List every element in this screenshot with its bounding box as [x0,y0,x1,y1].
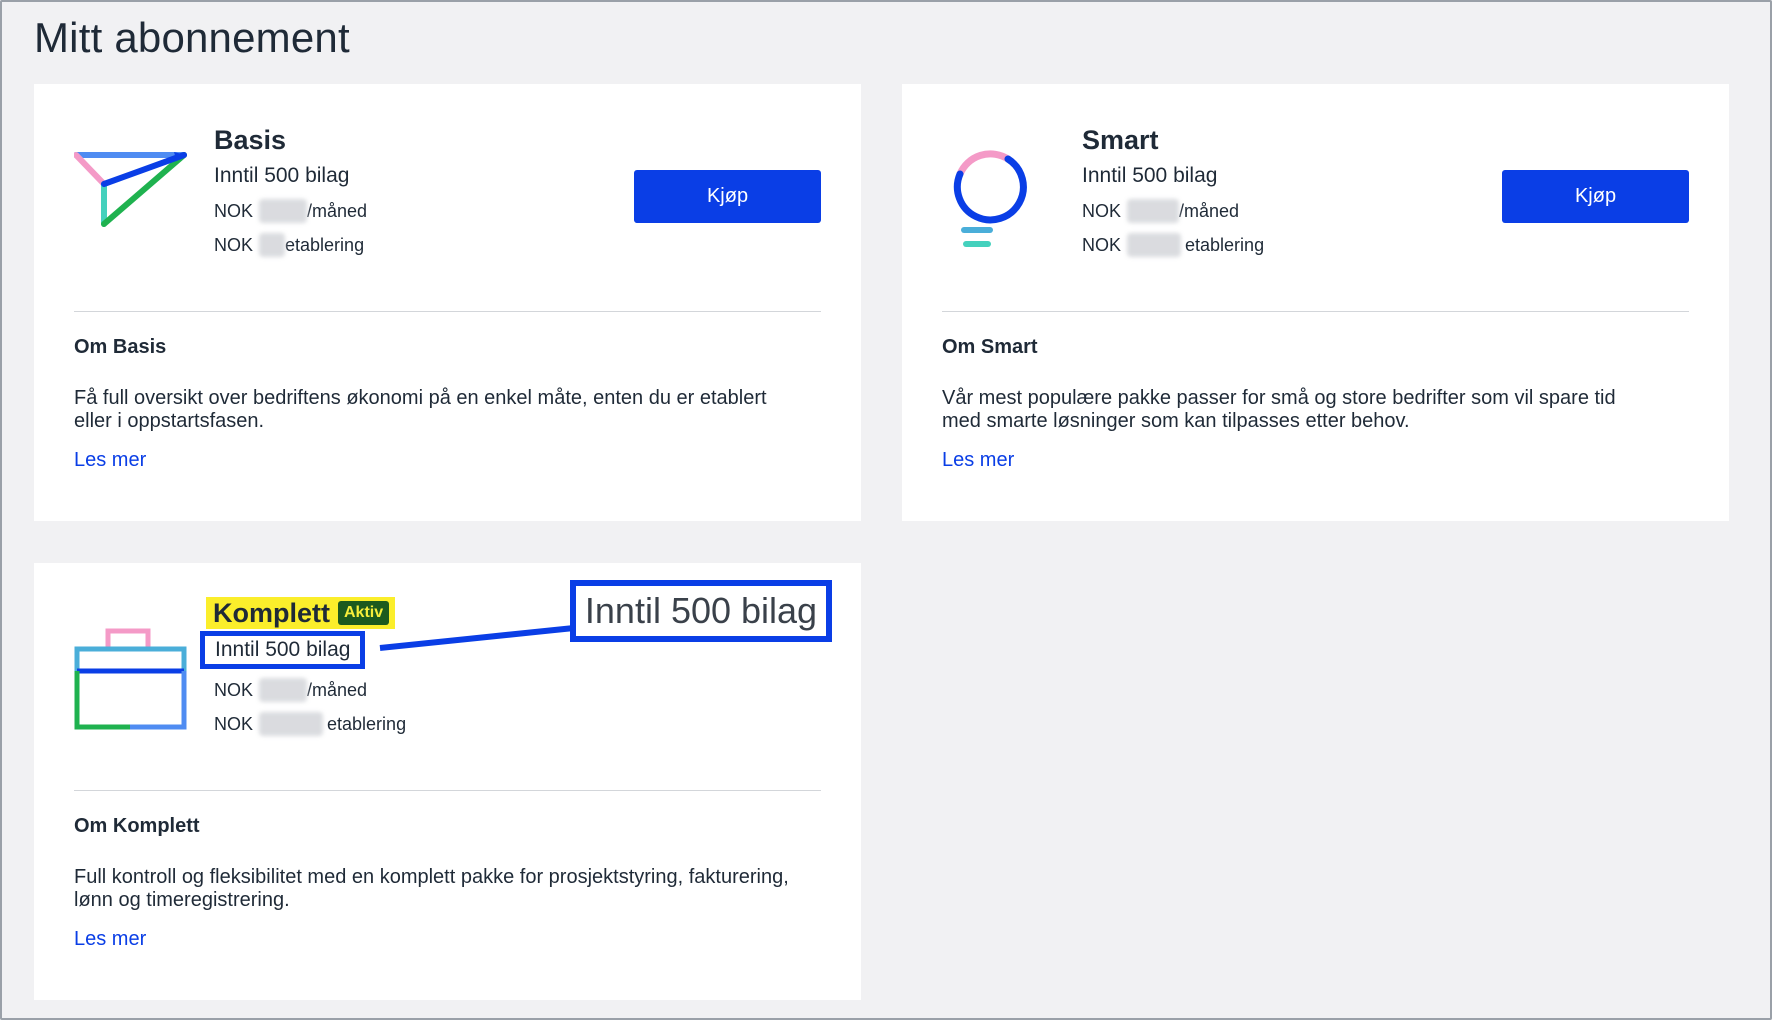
setup-suffix: etablering [285,235,365,255]
about-text: Vår mest populære pakke passer for små o… [942,387,1616,432]
monthly-price: NOK /måned [214,198,367,224]
buy-button[interactable]: Kjøp [1502,170,1689,223]
setup-suffix: etablering [327,714,407,734]
currency-label: NOK [214,235,254,255]
divider [942,311,1689,312]
plan-card-basis: Basis Inntil 500 bilag NOK /måned NOK et… [34,84,861,521]
read-more-link[interactable]: Les mer [74,928,146,951]
plan-header: Komplett Aktiv Inntil 500 bilag NOK /mån… [200,597,406,737]
currency-label: NOK [214,201,254,221]
monthly-suffix: /måned [1179,201,1240,221]
about-text: Full kontroll og fleksibilitet med en ko… [74,866,789,911]
redacted-price [1127,199,1180,223]
about-title: Om Komplett [74,815,200,837]
setup-suffix: etablering [1185,235,1265,255]
plan-header: Smart Inntil 500 bilag NOK /måned NOK et… [1082,124,1264,258]
redacted-price [259,233,286,257]
plan-name-row: Komplett Aktiv [206,597,406,629]
read-more-link[interactable]: Les mer [74,449,146,472]
currency-label: NOK [214,714,254,734]
page-title: Mitt abonnement [34,14,350,61]
zoom-callout: Inntil 500 bilag [570,580,832,642]
lightbulb-icon [942,144,1062,254]
buy-button[interactable]: Kjøp [634,170,821,223]
active-badge: Aktiv [338,601,390,625]
monthly-suffix: /måned [307,201,368,221]
redacted-price [259,712,324,736]
setup-price: NOK etablering [1082,232,1264,258]
monthly-price: NOK /måned [206,677,406,703]
plan-header: Basis Inntil 500 bilag NOK /måned NOK et… [214,124,367,258]
plan-name: Smart [1082,125,1159,155]
divider [74,790,821,791]
about-title: Om Basis [74,336,167,358]
currency-label: NOK [1082,201,1122,221]
about-title: Om Smart [942,336,1038,358]
setup-price: NOK etablering [206,711,406,737]
setup-price: NOK etablering [214,232,367,258]
about-text: Få full oversikt over bedriftens økonomi… [74,387,767,432]
plan-limit: Inntil 500 bilag [214,164,350,187]
briefcase-icon [74,625,194,735]
redacted-price [259,678,308,702]
read-more-link[interactable]: Les mer [942,449,1014,472]
currency-label: NOK [1082,235,1122,255]
plan-name: Basis [214,125,287,155]
plan-limit: Inntil 500 bilag [1082,164,1218,187]
divider [74,311,821,312]
monthly-suffix: /måned [307,680,368,700]
plan-name-highlight: Komplett Aktiv [206,597,396,629]
plan-name: Komplett [213,598,330,628]
plan-limit: Inntil 500 bilag [215,638,351,661]
paper-plane-icon [73,144,194,254]
currency-label: NOK [214,680,254,700]
redacted-price [259,199,308,223]
plan-limit-row: Inntil 500 bilag [200,631,406,669]
monthly-price: NOK /måned [1082,198,1264,224]
plan-card-smart: Smart Inntil 500 bilag NOK /måned NOK et… [902,84,1729,521]
plan-limit-highlight: Inntil 500 bilag [200,631,366,669]
redacted-price [1127,233,1182,257]
